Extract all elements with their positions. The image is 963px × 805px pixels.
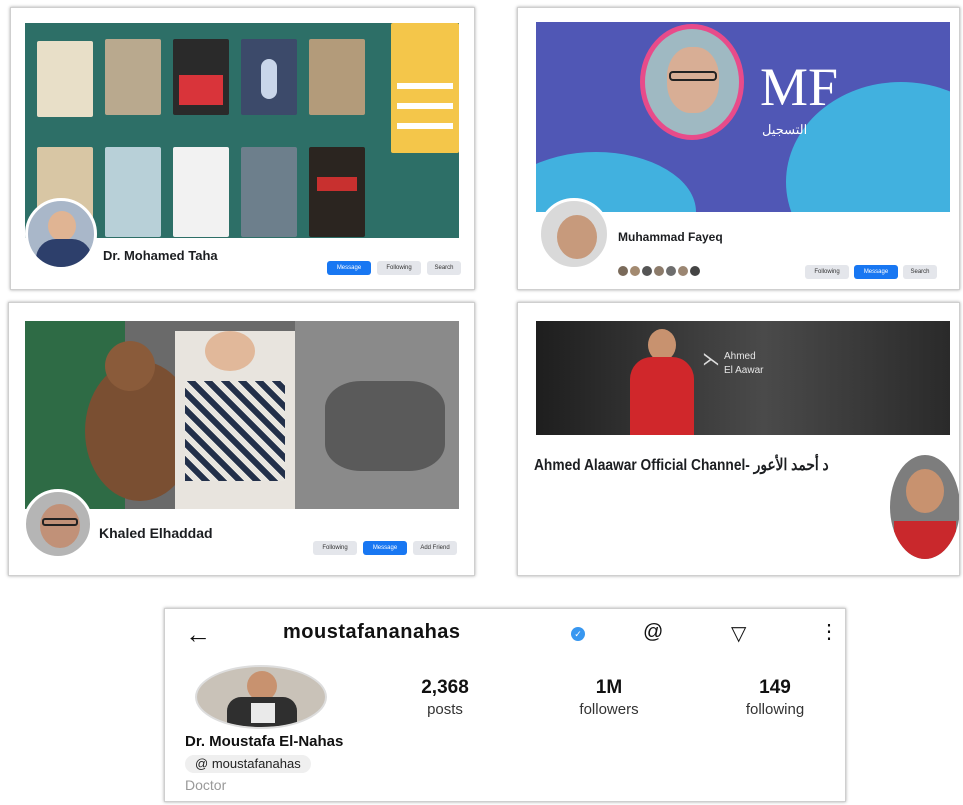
cover-photo xyxy=(25,23,459,238)
following-count[interactable]: 149 xyxy=(715,677,835,699)
profile-card-muhammad-fayeq: MF التسجيل Muhammad Fayeq Following Mess… xyxy=(517,7,960,290)
book-cover xyxy=(105,147,161,237)
instagram-profile-card: ← moustafananahas ✓ @ ▽ ⋮ 2,368 posts 1M… xyxy=(164,608,846,802)
book-cover xyxy=(391,23,459,153)
book-cover xyxy=(309,147,365,237)
banner-text-line-1: Ahmed xyxy=(724,351,756,362)
profile-card-mohamed-taha: Dr. Mohamed Taha Message Following Searc… xyxy=(10,7,475,290)
mutual-friends-avatars xyxy=(618,266,713,276)
full-name: Dr. Moustafa El-Nahas xyxy=(185,733,344,750)
posts-label: posts xyxy=(427,701,463,718)
following-button[interactable]: Following xyxy=(313,541,357,555)
posts-count: 2,368 xyxy=(421,677,469,698)
threads-handle: moustafanahas xyxy=(211,756,301,771)
following-button[interactable]: Following xyxy=(805,265,849,279)
book-cover xyxy=(241,147,297,237)
profile-name: Muhammad Fayeq xyxy=(618,230,723,244)
channel-avatar[interactable] xyxy=(890,455,959,559)
book-cover xyxy=(173,147,229,237)
avatar[interactable] xyxy=(25,198,97,270)
book-cover xyxy=(309,39,365,115)
mf-logo: MF xyxy=(760,57,839,117)
search-button[interactable]: Search xyxy=(427,261,461,275)
send-icon[interactable]: ▽ xyxy=(731,621,746,646)
message-button[interactable]: Message xyxy=(363,541,407,555)
avatar[interactable] xyxy=(538,198,610,270)
following-label[interactable]: following xyxy=(705,701,845,718)
message-button[interactable]: Message xyxy=(327,261,371,275)
channel-banner: ⋋ Ahmed El Aawar xyxy=(536,321,950,435)
profile-card-khaled-elhaddad: Khaled Elhaddad Following Message Add Fr… xyxy=(8,302,475,576)
threads-handle-chip[interactable]: @ moustafanahas xyxy=(185,755,311,773)
profile-name: Khaled Elhaddad xyxy=(99,525,213,541)
profile-avatar[interactable] xyxy=(195,665,327,729)
cover-photo xyxy=(25,321,459,509)
search-button[interactable]: Search xyxy=(903,265,937,279)
add-friend-button[interactable]: Add Friend xyxy=(413,541,457,555)
following-button[interactable]: Following xyxy=(377,261,421,275)
book-cover xyxy=(241,39,297,115)
followers-count[interactable]: 1M xyxy=(549,677,669,699)
threads-icon[interactable]: @ xyxy=(643,621,663,644)
banner-text-line-2: El Aawar xyxy=(724,365,764,376)
book-cover xyxy=(37,41,93,117)
followers-label[interactable]: followers xyxy=(539,701,679,718)
book-cover xyxy=(105,39,161,115)
username: moustafananahas xyxy=(283,621,461,643)
more-options-icon[interactable]: ⋮ xyxy=(819,619,839,644)
category-label: Doctor xyxy=(185,777,227,793)
back-arrow-icon[interactable]: ← xyxy=(185,619,211,650)
message-button[interactable]: Message xyxy=(854,265,898,279)
youtube-channel-card-ahmed-alaawar: ⋋ Ahmed El Aawar Ahmed Alaawar Official … xyxy=(517,302,960,576)
profile-name: Dr. Mohamed Taha xyxy=(103,248,218,263)
logo-arabic-text: التسجيل xyxy=(762,122,808,137)
verified-badge-icon: ✓ xyxy=(571,627,585,641)
channel-title: Ahmed Alaawar Official Channel- د أحمد ا… xyxy=(534,457,829,474)
profile-photo-ring xyxy=(640,24,744,140)
banner-logo-icon: ⋋ xyxy=(702,349,720,369)
book-cover xyxy=(173,39,229,115)
cover-photo: MF التسجيل xyxy=(536,22,950,212)
threads-icon: @ xyxy=(195,756,209,771)
avatar[interactable] xyxy=(23,489,93,559)
